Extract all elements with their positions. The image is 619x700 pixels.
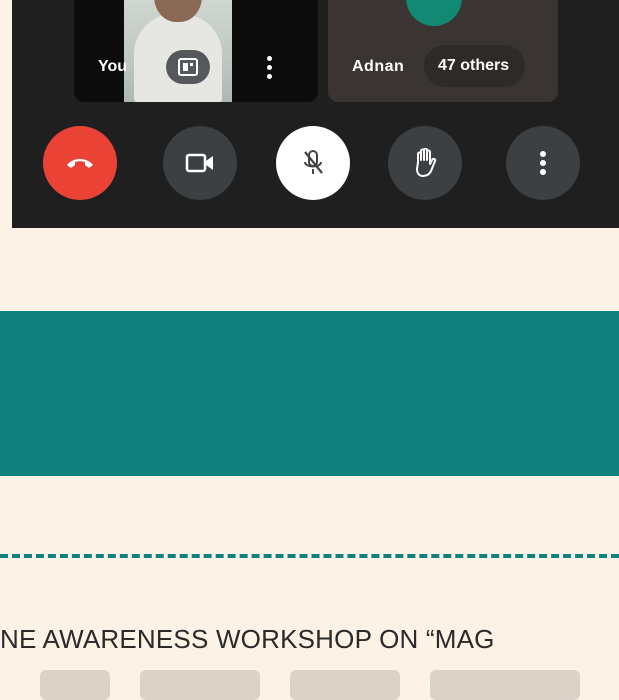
raise-hand-button[interactable] <box>388 126 462 200</box>
self-tile-label: You <box>98 58 128 75</box>
phone-hangup-icon <box>67 159 93 168</box>
dot <box>266 73 272 79</box>
video-camera-icon <box>185 153 213 173</box>
clipped-next-line <box>0 670 619 700</box>
dashed-divider <box>0 554 619 558</box>
layout-icon <box>178 58 198 76</box>
tile-more-button[interactable] <box>264 52 274 82</box>
camera-button[interactable] <box>163 126 237 200</box>
switch-layout-button[interactable] <box>166 50 210 84</box>
end-call-button[interactable] <box>43 126 117 200</box>
hand-icon <box>416 148 437 177</box>
self-video-tile[interactable]: You <box>74 0 318 102</box>
clipped-text <box>40 670 110 700</box>
meet-screenshot: You Adnan 47 others <box>12 0 619 228</box>
clipped-text <box>290 670 400 700</box>
clipped-text <box>430 670 580 700</box>
more-vertical-icon <box>540 151 546 175</box>
dot <box>266 64 272 70</box>
others-count-chip[interactable]: 47 others <box>424 45 526 87</box>
participant-avatar <box>406 0 462 26</box>
microphone-button[interactable] <box>276 126 350 200</box>
dot <box>266 55 272 61</box>
clipped-text <box>140 670 260 700</box>
more-options-button[interactable] <box>506 126 580 200</box>
workshop-heading-line: NE AWARENESS WORKSHOP ON “MAG <box>0 624 495 654</box>
participant-name: Adnan <box>352 58 405 75</box>
teal-banner <box>0 311 619 476</box>
others-tile[interactable]: Adnan 47 others <box>328 0 558 102</box>
mic-off-icon <box>304 150 323 174</box>
